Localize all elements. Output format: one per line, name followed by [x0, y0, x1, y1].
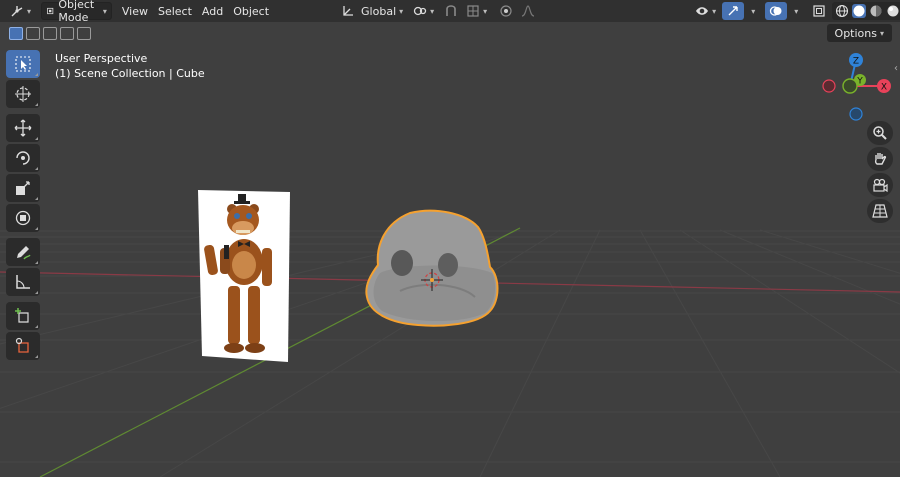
zoom-icon	[873, 126, 887, 140]
camera-view-button[interactable]	[867, 173, 893, 197]
transform-orientation-icon	[343, 6, 354, 16]
image-plane-object[interactable]	[198, 190, 290, 362]
chevron-down-icon: ▾	[751, 6, 756, 16]
eye-icon	[696, 7, 709, 15]
zoom-button[interactable]	[867, 121, 893, 145]
chevron-down-icon: ▾	[712, 6, 717, 16]
snap-icon	[446, 5, 456, 16]
menu-object[interactable]: Object	[229, 2, 273, 20]
tool-edit-cube[interactable]	[6, 332, 40, 360]
overlays-dropdown[interactable]: ▾	[787, 2, 802, 20]
tool-rotate[interactable]	[6, 144, 40, 172]
material-shading-icon[interactable]	[869, 4, 883, 18]
select-mode-group	[9, 26, 94, 40]
chevron-down-icon: ▾	[27, 6, 32, 16]
chevron-down-icon: ▾	[399, 6, 404, 16]
chevron-down-icon: ▾	[430, 6, 435, 16]
gizmo-icon	[728, 6, 738, 16]
shading-modes	[832, 2, 900, 20]
viewport-info: User Perspective (1) Scene Collection | …	[55, 51, 205, 81]
proportional-edit-icon	[500, 5, 512, 17]
collection-label: (1) Scene Collection | Cube	[55, 67, 205, 80]
tool-move[interactable]	[6, 114, 40, 142]
options-dropdown[interactable]: Options ▾	[826, 24, 892, 42]
tool-add-cube[interactable]	[6, 302, 40, 330]
x-axis-label: X	[881, 83, 887, 93]
visibility-dropdown[interactable]: ▾	[691, 2, 720, 20]
falloff-curve-icon	[521, 5, 535, 17]
select-difference-icon[interactable]	[60, 26, 74, 40]
ortho-toggle-button[interactable]	[867, 199, 893, 223]
tool-annotate[interactable]	[6, 238, 40, 266]
chevron-down-icon: ▾	[483, 6, 488, 16]
menu-select[interactable]: Select	[154, 2, 196, 20]
options-label: Options	[834, 26, 877, 40]
snap-toggle[interactable]	[440, 2, 462, 20]
select-intersect-icon[interactable]	[77, 26, 91, 40]
scale-icon	[16, 181, 30, 195]
move-icon	[14, 119, 32, 137]
xray-icon	[813, 5, 825, 17]
tool-settings-bar: Options ▾	[0, 22, 900, 44]
measure-icon	[16, 275, 30, 289]
rotate-icon	[16, 151, 30, 165]
ortho-grid-icon	[872, 204, 888, 218]
mode-label: Object Mode	[58, 0, 95, 24]
tool-cursor[interactable]	[6, 80, 40, 108]
transform-icon	[15, 210, 31, 226]
viewport-header: ▾ Object Mode ▾ View Select Add Object G…	[0, 0, 900, 24]
menu-view[interactable]: View	[118, 2, 152, 20]
overlays-icon	[770, 6, 782, 16]
navigation-gizmo[interactable]: Z Y X	[816, 50, 896, 125]
proportional-edit-toggle[interactable]	[495, 2, 517, 20]
chevron-down-icon: ▾	[102, 6, 107, 16]
z-axis-label: Z	[853, 57, 859, 67]
solid-shading-icon[interactable]	[852, 4, 867, 18]
chevron-down-icon: ▾	[879, 28, 884, 38]
tool-shelf	[6, 50, 42, 362]
select-subtract-icon[interactable]	[43, 26, 57, 40]
chevron-down-icon: ▾	[794, 6, 799, 16]
edit-cube-icon	[15, 337, 29, 353]
xray-toggle[interactable]	[808, 2, 830, 20]
overlays-toggle[interactable]	[765, 2, 788, 20]
wireframe-shading-icon[interactable]	[835, 4, 849, 18]
select-extend-icon[interactable]	[26, 26, 40, 40]
select-box-icon	[15, 56, 31, 72]
tool-scale[interactable]	[6, 174, 40, 202]
orientation-dropdown[interactable]: Global ▾	[337, 2, 407, 20]
neg-z-handle	[849, 107, 863, 121]
falloff-dropdown[interactable]	[517, 2, 539, 20]
pivot-icon	[413, 6, 427, 16]
camera-icon	[873, 178, 888, 193]
select-new-icon[interactable]	[9, 26, 23, 40]
neg-y-handle	[842, 78, 858, 94]
snap-increment-icon	[467, 5, 479, 17]
pivot-point-dropdown[interactable]: ▾	[409, 2, 438, 20]
object-mode-icon	[47, 7, 54, 15]
pan-button[interactable]	[867, 147, 893, 171]
gizmo-toggle[interactable]	[722, 2, 745, 20]
editor-type-button[interactable]: ▾	[6, 2, 35, 20]
gizmo-dropdown[interactable]: ▾	[744, 2, 759, 20]
hand-icon	[874, 153, 887, 165]
tool-select-box[interactable]	[6, 50, 40, 78]
perspective-label: User Perspective	[55, 52, 148, 65]
menu-add[interactable]: Add	[198, 2, 227, 20]
orientation-label: Global	[361, 4, 397, 18]
cursor-icon	[15, 86, 31, 102]
snap-target-dropdown[interactable]: ▾	[462, 2, 491, 20]
editor-type-icon	[11, 6, 23, 17]
tool-transform[interactable]	[6, 204, 40, 232]
rendered-shading-icon[interactable]	[886, 4, 900, 18]
sidebar-toggle-icon[interactable]: ‹	[894, 63, 898, 74]
cube-head-object[interactable]	[360, 205, 505, 330]
mode-dropdown[interactable]: Object Mode ▾	[41, 0, 112, 24]
add-cube-icon	[15, 308, 29, 323]
tool-measure[interactable]	[6, 268, 40, 296]
neg-x-handle	[822, 79, 836, 93]
annotate-icon	[17, 246, 31, 260]
